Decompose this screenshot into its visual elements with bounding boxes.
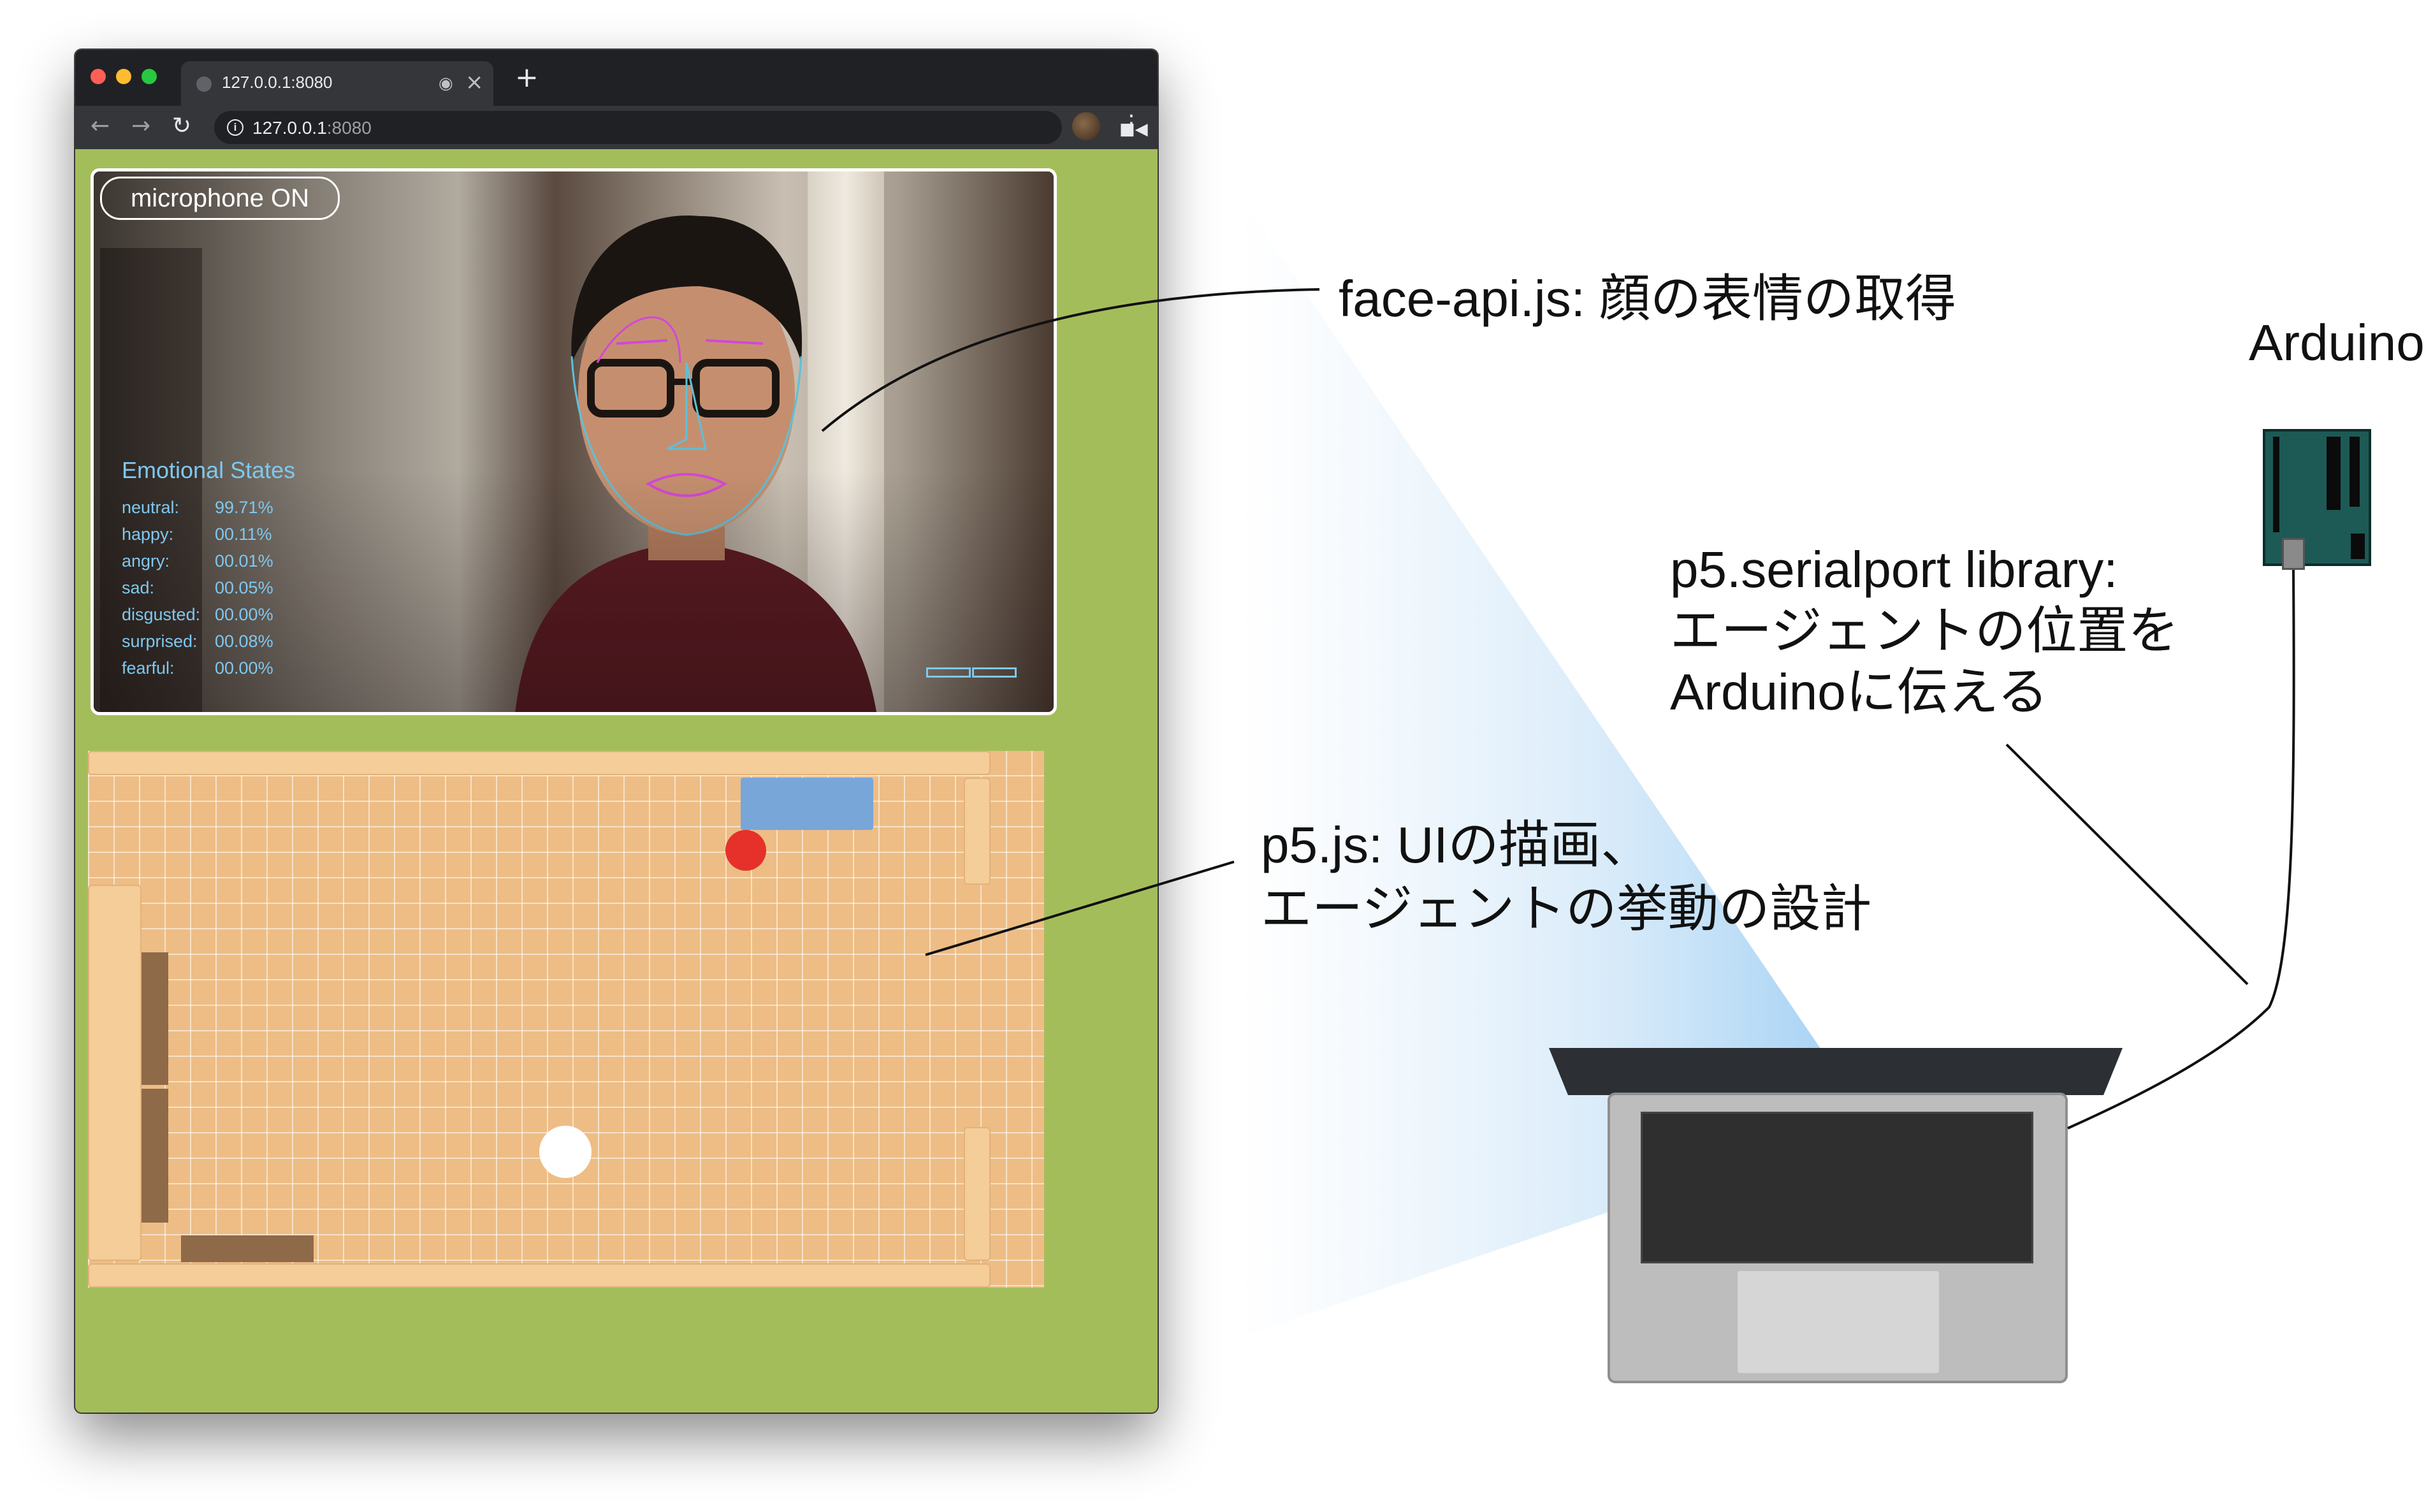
- arduino-port: [2351, 534, 2365, 559]
- emotion-label: disgusted:: [122, 605, 201, 624]
- plus-icon[interactable]: +: [515, 64, 539, 92]
- browser-window: 127.0.0.1:8080 ◉ × + ← → ↻ i 127.0.0.1:8…: [75, 50, 1158, 1413]
- left-counter: [88, 885, 142, 1261]
- star-icon[interactable]: ☆: [1156, 116, 1158, 139]
- bottom-wall: [88, 1263, 991, 1288]
- toolbar: ← → ↻ i 127.0.0.1:8080 ■◀ ☆ ⋮: [75, 106, 1158, 149]
- emotion-label: neutral:: [122, 498, 180, 517]
- arduino-chip: [2327, 437, 2341, 510]
- close-icon[interactable]: ×: [465, 71, 484, 93]
- emotion-row: fearful: 00.00%: [122, 658, 273, 678]
- left-shelf-lower: [142, 1089, 168, 1223]
- p5-label-line: p5.js: UIの描画、: [1261, 817, 1652, 873]
- serialport-label-line: エージェントの位置を: [1670, 602, 2179, 659]
- menu-icon[interactable]: ⋮: [1121, 112, 1142, 134]
- address-bar[interactable]: i 127.0.0.1:8080 ■◀ ☆: [214, 111, 1158, 144]
- emotion-label: fearful:: [122, 658, 175, 678]
- floor-plan-canvas: [88, 751, 1044, 1288]
- emotion-row: disgusted: 00.00%: [122, 605, 273, 625]
- emotion-row: angry: 00.01%: [122, 551, 273, 571]
- right-pillar-top: [964, 778, 991, 885]
- back-icon[interactable]: ←: [91, 115, 110, 138]
- record-icon: ◉: [439, 74, 453, 93]
- minimize-window-button[interactable]: [116, 69, 131, 84]
- top-wall: [88, 751, 991, 775]
- serialport-label-line: Arduinoに伝える: [1670, 664, 2049, 720]
- target-zone: [741, 778, 873, 830]
- emotion-value: 00.00%: [215, 605, 273, 624]
- emotion-value: 00.05%: [215, 578, 273, 597]
- face-api-label: face-api.js: 顔の表情の取得: [1339, 270, 1957, 327]
- info-icon[interactable]: i: [227, 119, 243, 136]
- emotion-label: happy:: [122, 525, 174, 544]
- webcam-video: microphone ON Emotional States neutral: 9…: [91, 168, 1057, 715]
- arduino-label: Arduino: [2249, 314, 2425, 371]
- close-window-button[interactable]: [91, 69, 106, 84]
- level-bar: [972, 667, 1017, 678]
- emotion-value: 00.08%: [215, 632, 273, 651]
- url-port: :8080: [326, 118, 372, 138]
- serialport-label-line: p5.serialport library:: [1670, 541, 2118, 598]
- emotion-value: 00.00%: [215, 658, 273, 678]
- bottom-shelf: [181, 1235, 314, 1262]
- emotion-row: neutral: 99.71%: [122, 498, 273, 518]
- right-pillar-bottom: [964, 1127, 991, 1261]
- left-shelf-upper: [142, 952, 168, 1085]
- p5-label: p5.js: UIの描画、 エージェントの挙動の設計: [1261, 813, 1871, 941]
- microphone-status-button[interactable]: microphone ON: [100, 177, 340, 220]
- emotion-value: 99.71%: [215, 498, 273, 517]
- globe-icon: [196, 76, 212, 92]
- browser-tab[interactable]: 127.0.0.1:8080 ◉ ×: [181, 61, 493, 106]
- emotion-label: surprised:: [122, 632, 198, 651]
- level-bar: [926, 667, 971, 678]
- url-host: 127.0.0.1: [252, 118, 327, 138]
- agent-dot: [725, 830, 766, 871]
- url-text: 127.0.0.1:8080: [252, 118, 372, 138]
- laptop-trackpad: [1738, 1271, 1939, 1373]
- arduino-header: [2273, 437, 2279, 532]
- emotion-value: 00.11%: [215, 525, 272, 544]
- emotion-label: sad:: [122, 578, 155, 597]
- emotions-title: Emotional States: [122, 457, 296, 483]
- serialport-label: p5.serialport library: エージェントの位置を Arduin…: [1670, 539, 2179, 723]
- emotion-row: surprised: 00.08%: [122, 632, 273, 651]
- p5-label-line: エージェントの挙動の設計: [1261, 880, 1872, 937]
- emotion-row: happy: 00.11%: [122, 525, 272, 544]
- emotion-row: sad: 00.05%: [122, 578, 273, 598]
- laptop-keyboard: [1641, 1112, 2033, 1263]
- usb-connector: [2282, 538, 2305, 570]
- emotion-label: angry:: [122, 551, 170, 571]
- forward-icon[interactable]: →: [131, 115, 150, 138]
- reload-icon[interactable]: ↻: [172, 115, 191, 138]
- video-shade: [94, 171, 1054, 712]
- emotion-value: 00.01%: [215, 551, 273, 571]
- profile-icon[interactable]: [1072, 112, 1100, 140]
- tab-title: 127.0.0.1:8080: [222, 73, 333, 92]
- user-dot: [539, 1126, 592, 1178]
- arduino-header: [2349, 437, 2360, 507]
- tab-bar: 127.0.0.1:8080 ◉ × +: [75, 50, 1158, 106]
- maximize-window-button[interactable]: [142, 69, 157, 84]
- arduino-board: [2263, 429, 2371, 566]
